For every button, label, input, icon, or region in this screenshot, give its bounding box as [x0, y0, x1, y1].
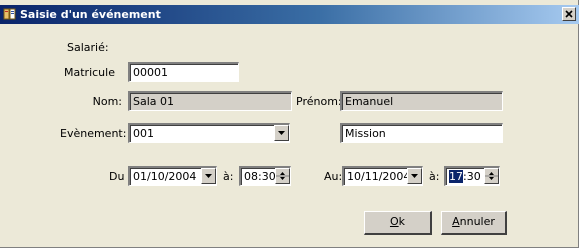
ok-button[interactable]: Ok	[364, 211, 432, 235]
du-label: Du	[109, 170, 125, 183]
au-label: Au:	[324, 170, 343, 183]
window-title: Saisie d'un événement	[20, 8, 161, 21]
matricule-input[interactable]: 00001	[128, 62, 239, 82]
du-time-spinner[interactable]	[275, 168, 290, 184]
evenement-description-input[interactable]: Mission	[340, 123, 503, 143]
evenement-dropdown-button[interactable]	[274, 125, 289, 141]
evenement-code-value: 001	[133, 127, 154, 140]
evenement-select[interactable]: 001	[128, 123, 290, 143]
chevron-down-icon	[408, 169, 421, 183]
au-date-value: 10/11/2004	[347, 170, 411, 183]
du-time-value: 08:30	[244, 170, 276, 183]
ok-mnemonic: O	[389, 215, 399, 228]
salarie-label: Salarié:	[67, 41, 109, 54]
du-date-dropdown-button[interactable]	[201, 168, 216, 184]
annuler-label-rest: nnuler	[459, 215, 495, 228]
au-time-minutes: :30	[463, 170, 481, 183]
au-date-dropdown-button[interactable]	[407, 168, 422, 184]
evenement-label: Evènement:	[60, 127, 127, 140]
spinner-arrows-icon	[276, 169, 289, 183]
au-time-spinner[interactable]	[484, 168, 499, 184]
spinner-arrows-icon	[485, 169, 498, 183]
dialog-window: Saisie d'un événement Salarié: Matricule…	[0, 0, 579, 248]
chevron-down-icon	[275, 126, 288, 140]
close-button[interactable]	[562, 7, 576, 21]
prenom-label: Prénom:	[296, 95, 342, 108]
du-date-value: 01/10/2004	[133, 170, 197, 183]
annuler-button[interactable]: Annuler	[441, 211, 507, 235]
nom-label: Nom:	[92, 95, 122, 108]
au-time-label: à:	[429, 170, 440, 183]
close-icon	[563, 8, 575, 20]
du-time-label: à:	[223, 170, 234, 183]
app-icon	[3, 7, 17, 21]
chevron-down-icon	[202, 169, 215, 183]
matricule-label: Matricule	[64, 66, 115, 79]
annuler-mnemonic: A	[452, 215, 460, 228]
title-bar[interactable]: Saisie d'un événement	[0, 5, 579, 24]
prenom-field: Emanuel	[340, 91, 503, 111]
ok-label-rest: k	[398, 215, 406, 228]
nom-field: Sala 01	[128, 91, 292, 111]
au-time-hour-selected: 17	[449, 170, 463, 183]
